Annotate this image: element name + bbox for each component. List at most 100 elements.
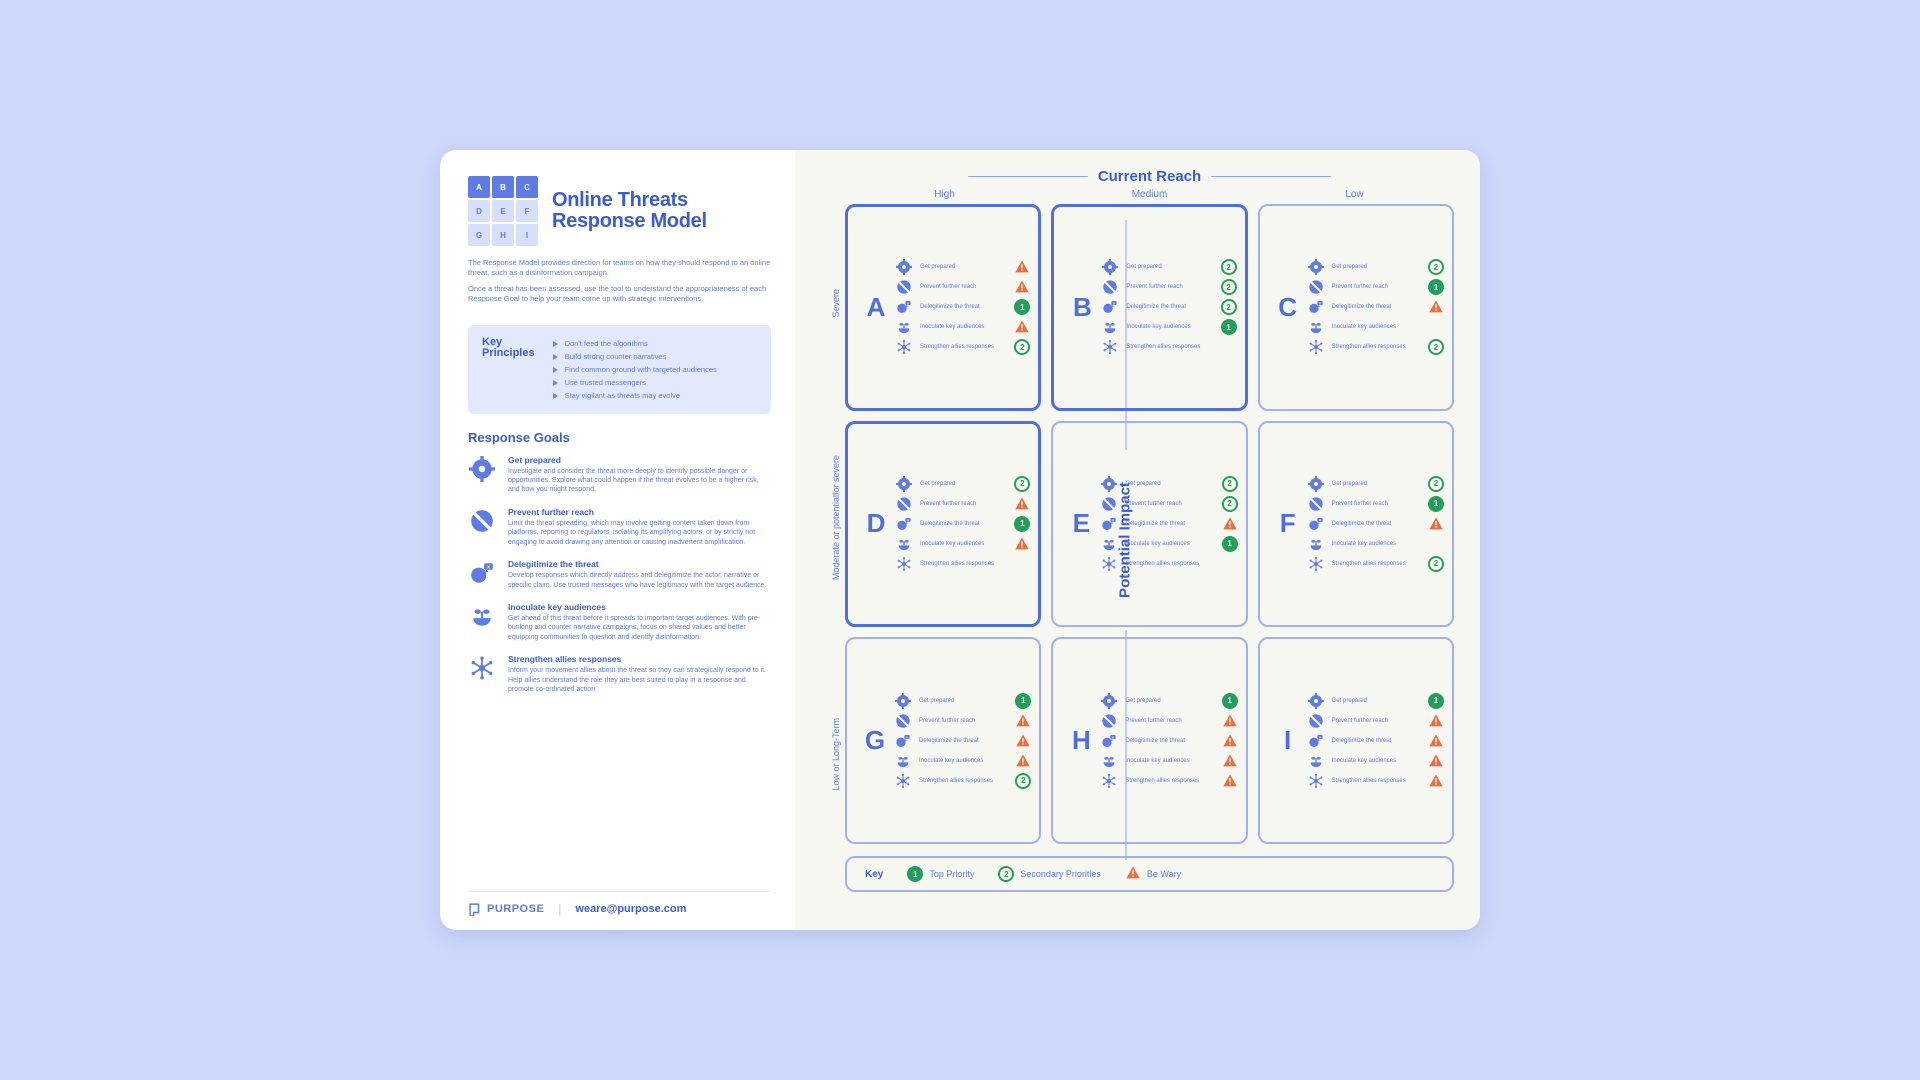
goal-item: Strengthen allies responsesInform your m… — [468, 654, 771, 694]
cell-goal-label: Delegitimize the threat — [1332, 738, 1420, 744]
network-icon — [468, 654, 496, 682]
principle-item: Find common ground with targeted audienc… — [553, 363, 717, 376]
priority-2-badge: 2 — [1221, 259, 1237, 275]
cell-goal-label: Get prepared — [1125, 698, 1213, 704]
priority-2-badge: 2 — [1428, 259, 1444, 275]
plant-icon — [1308, 319, 1324, 335]
cell-goal-label: Prevent further reach — [1125, 501, 1213, 507]
logo-icon — [468, 902, 482, 916]
gear-icon — [1101, 476, 1117, 492]
mini-grid-cell: G — [468, 224, 490, 246]
cell-goal-row: Inoculate key audiences — [896, 536, 1030, 552]
cell-letter: C — [1268, 292, 1308, 323]
legend-item-label: Be Wary — [1147, 869, 1181, 879]
network-icon — [1308, 556, 1324, 572]
warning-icon — [1222, 733, 1238, 749]
cell-goal-row: Prevent further reach — [895, 713, 1031, 729]
cell-goal-row: Prevent further reach 1 — [1308, 496, 1444, 512]
mini-grid-cell: B — [492, 176, 514, 198]
cell-goal-label: Inoculate key audiences — [1126, 324, 1212, 330]
cell-goal-label: Get prepared — [1332, 264, 1420, 270]
cell-goal-row: Get prepared 1 — [895, 693, 1031, 709]
network-icon — [1101, 773, 1117, 789]
gear-icon — [895, 693, 911, 709]
block-icon — [1101, 496, 1117, 512]
cell-letter: A — [856, 292, 896, 323]
priority-2-badge: 2 — [1428, 339, 1444, 355]
legend: Key 1Top Priority2Secondary PrioritiesBe… — [845, 856, 1454, 892]
cell-goal-row: Delegitimize the threat — [895, 733, 1031, 749]
page-title: Online ThreatsResponse Model — [552, 190, 707, 232]
warning-icon — [1125, 865, 1141, 883]
intro-paragraph: The Response Model provides direction fo… — [468, 258, 771, 278]
cell-goal-label: Inoculate key audiences — [1332, 758, 1420, 764]
row-headers: SevereModerate or potentialfor severeLow… — [831, 220, 841, 860]
speak-icon — [1308, 516, 1324, 532]
cell-goal-label: Get prepared — [920, 481, 1006, 487]
matrix-cell-B: B Get prepared 2 Prevent further reach 2… — [1051, 204, 1247, 411]
matrix-panel: Current Reach HighMediumLow Potential Im… — [795, 150, 1480, 930]
gear-icon — [896, 476, 912, 492]
warning-icon — [1428, 733, 1444, 749]
cell-goal-row: Get prepared 2 — [1101, 476, 1237, 492]
cell-goal-label: Delegitimize the threat — [920, 304, 1006, 310]
cell-goal-row: Strengthen allies responses — [1101, 556, 1237, 572]
warning-icon — [1014, 496, 1030, 512]
cell-goal-label: Get prepared — [920, 264, 1006, 270]
plant-icon — [1308, 536, 1324, 552]
cell-goal-row: Inoculate key audiences — [1308, 536, 1444, 552]
priority-1-badge: 1 — [1222, 536, 1238, 552]
gear-icon — [1101, 693, 1117, 709]
warning-icon — [1014, 279, 1030, 295]
cell-goal-row: Get prepared — [896, 259, 1030, 275]
cell-goal-label: Delegitimize the threat — [1126, 304, 1212, 310]
speak-icon — [895, 733, 911, 749]
key-principles-box: KeyPrinciples Don't feed the algorithmsB… — [468, 325, 771, 414]
model-sheet: ABCDEFGHI Online ThreatsResponse Model T… — [440, 150, 1480, 930]
contact-email: weare@purpose.com — [575, 903, 686, 915]
cell-goal-row: Delegitimize the threat — [1308, 516, 1444, 532]
intro-paragraph: Once a threat has been assessed, use the… — [468, 284, 771, 304]
warning-icon — [1222, 516, 1238, 532]
goal-item: Get preparedInvestigate and consider the… — [468, 455, 771, 495]
plant-icon — [1101, 536, 1117, 552]
cell-goal-label: Delegitimize the threat — [1125, 521, 1213, 527]
cell-letter: B — [1062, 292, 1102, 323]
cell-goal-label: Inoculate key audiences — [1332, 324, 1420, 330]
cell-goal-label: Strengthen allies responses — [919, 778, 1007, 784]
goal-item: Inoculate key audiencesGet ahead of this… — [468, 602, 771, 642]
cell-goal-label: Prevent further reach — [920, 501, 1006, 507]
cell-goal-row: Get prepared 1 — [1101, 693, 1237, 709]
matrix-cell-I: I Get prepared 1 Prevent further reach D… — [1258, 637, 1454, 844]
goal-body: Develop responses which directly address… — [508, 571, 771, 590]
cell-goal-row: Get prepared 2 — [1308, 259, 1444, 275]
priority-2-badge: 2 — [1015, 773, 1031, 789]
priority-2-badge: 2 — [1221, 279, 1237, 295]
goal-title: Delegitimize the threat — [508, 559, 771, 569]
warning-icon — [1222, 773, 1238, 789]
cell-goal-row: Inoculate key audiences — [1308, 753, 1444, 769]
warning-icon — [1015, 733, 1031, 749]
network-icon — [1308, 339, 1324, 355]
cell-goal-label: Strengthen allies responses — [1332, 778, 1420, 784]
principle-item: Build strong counter narratives — [553, 350, 717, 363]
warning-icon — [1428, 516, 1444, 532]
warning-icon — [1014, 319, 1030, 335]
speak-icon — [1101, 516, 1117, 532]
cell-goal-label: Strengthen allies responses — [1332, 561, 1420, 567]
priority-2-badge: 2 — [1428, 476, 1444, 492]
mini-grid: ABCDEFGHI — [468, 176, 538, 246]
speak-icon — [896, 299, 912, 315]
response-goals: Response Goals Get preparedInvestigate a… — [468, 430, 771, 707]
cell-goal-row: Strengthen allies responses 2 — [1308, 339, 1444, 355]
cell-goal-label: Get prepared — [1126, 264, 1212, 270]
network-icon — [1101, 556, 1117, 572]
mini-grid-cell: C — [516, 176, 538, 198]
cell-goal-label: Prevent further reach — [1332, 284, 1420, 290]
cell-goal-label: Strengthen allies responses — [920, 344, 1006, 350]
warning-icon — [1014, 536, 1030, 552]
plant-icon — [468, 602, 496, 630]
mini-grid-cell: F — [516, 200, 538, 222]
priority-1-badge: 1 — [1221, 319, 1237, 335]
speak-icon — [468, 559, 496, 587]
